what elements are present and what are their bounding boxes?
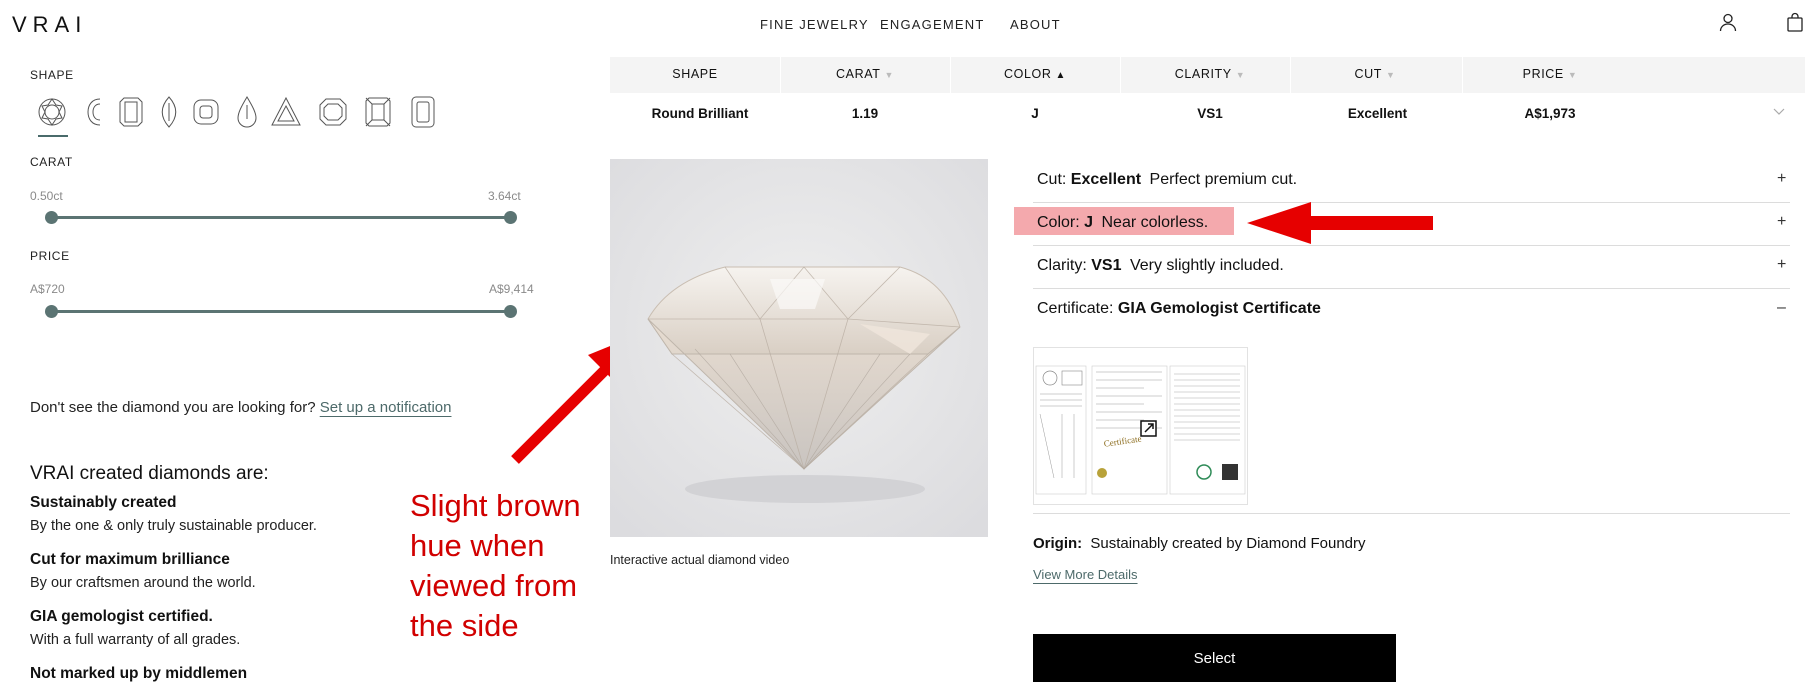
expand-cut-icon[interactable]: + [1777, 170, 1786, 188]
price-min-label: A$720 [30, 282, 65, 296]
diamond-video[interactable] [610, 159, 988, 537]
benefit-desc: By the one & only truly sustainable prod… [30, 518, 317, 534]
detail-certificate-row[interactable]: Certificate: GIA Gemologist Certificate [1033, 300, 1321, 318]
expand-color-icon[interactable]: + [1777, 213, 1786, 231]
carat-min-handle[interactable] [45, 211, 58, 224]
cell-cut: Excellent [1347, 106, 1408, 121]
detail-label: Color: [1037, 214, 1080, 231]
detail-label: Clarity: [1037, 257, 1087, 274]
notify-text: Don't see the diamond you are looking fo… [30, 399, 316, 416]
column-header-color[interactable]: COLOR ▲ [990, 67, 1080, 81]
column-divider [1120, 57, 1121, 93]
carat-slider-track[interactable] [52, 216, 512, 219]
nav-about[interactable]: ABOUT [1010, 17, 1061, 32]
detail-desc: Near colorless. [1101, 214, 1209, 231]
nav-engagement[interactable]: ENGAGEMENT [880, 17, 984, 32]
view-more-details-link[interactable]: View More Details [1033, 567, 1138, 582]
detail-label: Cut: [1037, 171, 1067, 188]
benefit-title: Cut for maximum brilliance [30, 551, 230, 568]
detail-label: Certificate: [1037, 300, 1114, 317]
detail-grade: Excellent [1070, 171, 1142, 188]
column-header-clarity[interactable]: CLARITY ▼ [1160, 67, 1260, 81]
carat-max-handle[interactable] [504, 211, 517, 224]
carat-filter-title: CARAT [30, 155, 73, 169]
price-min-handle[interactable] [45, 305, 58, 318]
nav-fine-jewelry[interactable]: FINE JEWELRY [760, 17, 869, 32]
cell-price: A$1,973 [1524, 106, 1576, 121]
detail-desc: Very slightly included. [1129, 257, 1284, 274]
annotation-arrow-color [1247, 202, 1433, 244]
cushion-shape-icon[interactable] [191, 95, 221, 129]
column-divider [1462, 57, 1463, 93]
benefit-title: Not marked up by middlemen [30, 665, 248, 682]
radiant-shape-icon[interactable] [363, 95, 393, 129]
shape-selected-indicator [38, 135, 68, 137]
round-shape-icon[interactable] [37, 95, 67, 129]
annotation-text: Slight brown hue when viewed from the si… [410, 488, 581, 643]
sort-arrow-icon: ▼ [884, 70, 894, 80]
vrai-logo[interactable]: VRAI [12, 12, 87, 38]
column-header-price[interactable]: PRICE ▼ [1505, 67, 1595, 81]
marquise-shape-icon[interactable] [154, 95, 184, 129]
elongated-cushion-shape-icon[interactable] [408, 95, 438, 129]
column-divider [950, 57, 951, 93]
sort-up-icon: ▲ [1055, 70, 1066, 81]
price-filter-title: PRICE [30, 249, 70, 263]
price-slider-track[interactable] [52, 310, 512, 313]
select-button[interactable]: Select [1033, 634, 1396, 682]
detail-grade: VS1 [1091, 257, 1122, 274]
certificate-thumbnail[interactable]: Certificate [1033, 347, 1248, 505]
detail-desc: Perfect premium cut. [1149, 171, 1298, 188]
sort-arrow-icon: ▼ [1385, 70, 1396, 80]
video-caption: Interactive actual diamond video [610, 553, 790, 567]
trillion-shape-icon[interactable] [270, 95, 301, 129]
origin-row: Origin: Sustainably created by Diamond F… [1033, 535, 1366, 552]
carat-min-label: 0.50ct [30, 189, 63, 203]
benefit-desc: By our craftsmen around the world. [30, 575, 256, 591]
benefit-desc: With a full warranty of all grades. [30, 632, 241, 648]
cell-clarity: VS1 [1197, 106, 1223, 121]
price-max-handle[interactable] [504, 305, 517, 318]
column-header-shape[interactable]: SHAPE [670, 67, 720, 81]
asscher-shape-icon[interactable] [318, 95, 348, 129]
pear-shape-icon[interactable] [232, 95, 262, 129]
detail-color-row[interactable]: Color: J Near colorless. [1033, 214, 1208, 232]
price-max-label: A$9,414 [489, 282, 534, 296]
column-header-carat[interactable]: CARAT ▼ [820, 67, 910, 81]
sort-arrow-icon: ▼ [1567, 70, 1578, 80]
cell-shape: Round Brilliant [651, 106, 749, 121]
shape-filter-title: SHAPE [30, 68, 74, 82]
benefit-title: Sustainably created [30, 494, 177, 511]
setup-notification-link[interactable]: Set up a notification [320, 399, 452, 416]
notify-prompt: Don't see the diamond you are looking fo… [30, 399, 451, 416]
divider [1033, 245, 1790, 246]
collapse-certificate-icon[interactable]: – [1777, 299, 1786, 317]
origin-desc: Sustainably created by Diamond Foundry [1090, 535, 1366, 552]
detail-grade: J [1084, 214, 1094, 231]
detail-grade: GIA Gemologist Certificate [1117, 300, 1321, 317]
origin-label: Origin: [1033, 535, 1083, 552]
account-icon[interactable] [1718, 12, 1738, 32]
benefit-title: GIA gemologist certified. [30, 608, 213, 625]
column-divider [780, 57, 781, 93]
carat-max-label: 3.64ct [488, 189, 521, 203]
emerald-shape-icon[interactable] [116, 95, 146, 129]
column-divider [1290, 57, 1291, 93]
detail-clarity-row[interactable]: Clarity: VS1 Very slightly included. [1033, 257, 1284, 275]
chevron-down-icon[interactable] [1772, 104, 1786, 123]
cell-color: J [1031, 106, 1039, 121]
detail-cut-row[interactable]: Cut: Excellent Perfect premium cut. [1033, 171, 1297, 189]
divider [1033, 288, 1790, 289]
column-header-cut[interactable]: CUT ▼ [1340, 67, 1410, 81]
benefits-heading: VRAI created diamonds are: [30, 463, 269, 484]
expand-clarity-icon[interactable]: + [1777, 256, 1786, 274]
cushion-c-shape-icon[interactable] [80, 95, 110, 129]
bag-icon[interactable] [1785, 12, 1805, 32]
divider [1033, 513, 1790, 514]
cell-carat: 1.19 [851, 106, 879, 121]
sort-arrow-icon: ▼ [1235, 70, 1246, 80]
